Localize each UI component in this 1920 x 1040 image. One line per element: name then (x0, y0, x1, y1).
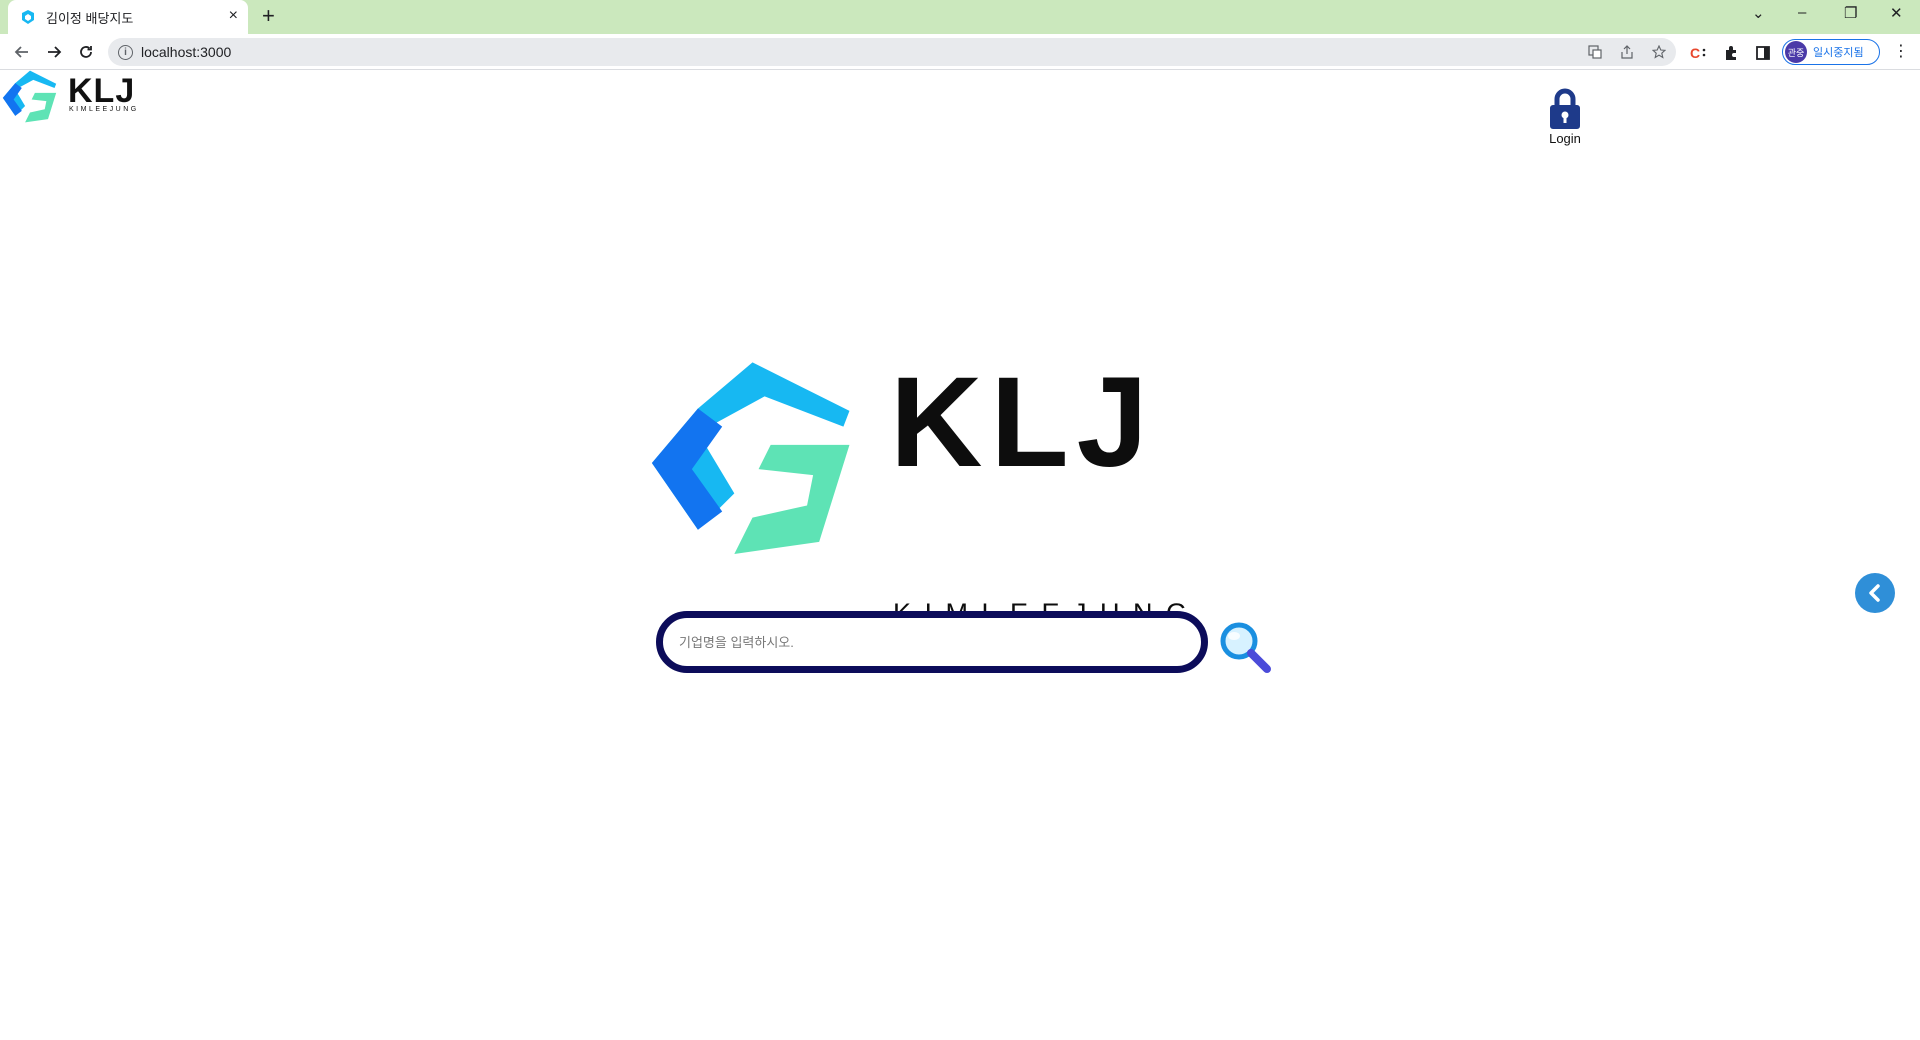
tab-close-icon[interactable]: × (229, 8, 238, 24)
back-button[interactable] (10, 40, 34, 64)
share-icon[interactable] (1618, 43, 1636, 61)
browser-tab[interactable]: 김이정 배당지도 × (8, 0, 248, 34)
tab-title: 김이정 배당지도 (46, 10, 134, 26)
close-window-button[interactable]: ✕ (1890, 4, 1903, 22)
svg-text:C: C (1690, 45, 1700, 61)
logo-subtext: KIMLEEJUNG (69, 106, 139, 113)
avatar: 관중 (1785, 41, 1807, 63)
reload-icon (80, 46, 92, 58)
page-content: KLJ KIMLEEJUNG Login KLJ KIMLEEJUNG (0, 70, 1920, 1040)
back-arrow-icon (14, 46, 28, 58)
browser-tabstrip: 김이정 배당지도 × + ⌄ – ❐ ✕ (0, 0, 1920, 34)
klj-cube-hero-icon (651, 362, 850, 554)
hero-logo: KLJ KIMLEEJUNG (645, 351, 1205, 628)
forward-button[interactable] (42, 40, 66, 64)
site-favicon-icon (22, 10, 34, 24)
klj-cube-logo-icon (2, 70, 57, 123)
hero-title: KLJ (890, 351, 1156, 494)
restore-button[interactable]: ❐ (1844, 4, 1857, 22)
login-button[interactable]: Login (1540, 88, 1590, 146)
tab-search-icon[interactable]: ⌄ (1752, 4, 1765, 22)
browser-menu-icon[interactable]: ⋮ (1893, 44, 1909, 60)
bookmark-star-icon[interactable] (1650, 43, 1668, 61)
url-text: localhost:3000 (141, 44, 232, 60)
translate-icon[interactable] (1586, 43, 1604, 61)
profile-button[interactable]: 관중 일시중지됨 (1782, 39, 1880, 65)
side-panel-icon[interactable] (1754, 44, 1772, 62)
site-info-icon[interactable]: i (118, 44, 133, 60)
minimize-button[interactable]: – (1798, 4, 1806, 21)
new-tab-button[interactable]: + (262, 5, 275, 27)
reload-button[interactable] (74, 40, 98, 64)
header-logo[interactable]: KLJ KIMLEEJUNG (0, 70, 140, 124)
extension-c-icon[interactable]: C (1690, 44, 1708, 62)
forward-arrow-icon (48, 46, 62, 58)
company-search-input[interactable] (679, 634, 1201, 650)
chevron-left-icon (1869, 584, 1880, 602)
search-box (656, 611, 1208, 673)
search-icon (1220, 622, 1271, 673)
search-button[interactable] (1218, 620, 1272, 674)
extensions-puzzle-icon[interactable] (1722, 44, 1740, 62)
profile-status: 일시중지됨 (1813, 47, 1864, 59)
address-bar[interactable]: i localhost:3000 (108, 38, 1676, 66)
lock-icon (1550, 88, 1580, 129)
sidebar-toggle-button[interactable] (1855, 573, 1895, 613)
browser-toolbar: i localhost:3000 C 관중 일시중지됨 ⋮ (0, 34, 1920, 70)
login-label: Login (1549, 131, 1581, 146)
